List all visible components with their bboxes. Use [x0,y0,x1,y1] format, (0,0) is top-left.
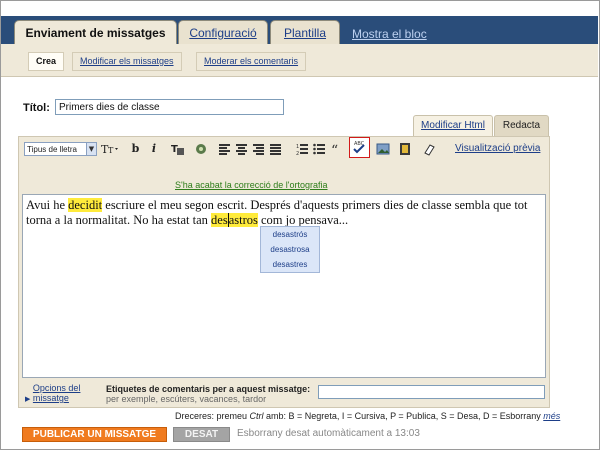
svg-text:“: “ [331,143,338,156]
remove-formatting-icon[interactable] [422,142,436,156]
chevron-down-icon[interactable]: ▼ [86,142,97,156]
save-button[interactable]: DESAT [173,427,230,442]
subtab-create[interactable]: Crea [28,52,65,71]
suggestion-item[interactable]: desastrosa [261,242,319,257]
tab-edit-html[interactable]: Modificar Html [413,115,493,136]
title-label: Títol: [23,102,50,114]
tab-compose[interactable]: Redacta [494,115,549,136]
misspelled-word[interactable]: decidit [68,198,103,212]
suggestion-item[interactable]: desastrós [261,227,319,242]
body-text: Avui he [26,198,69,212]
spellcheck-button[interactable]: ABC [349,137,370,158]
svg-text:1: 1 [296,144,299,150]
spelling-suggestions: desastrós desastrosa desastres [260,226,320,273]
misspelled-word[interactable]: desastros [211,213,258,227]
tab-settings[interactable]: Configuració [178,20,268,46]
svg-text:T: T [108,146,114,155]
spellcheck-icon: ABC [353,141,365,154]
preview-link[interactable]: Visualització prèvia [455,143,540,154]
numbered-list-icon[interactable]: 12 [296,142,308,156]
keyboard-shortcuts-hint: Dreceres: premeu Ctrl amb: B = Negreta, … [175,411,561,421]
post-options-link[interactable]: ▶ Opcions del missatge [25,383,99,405]
autosave-status: Esborrany desat automàticament a 13:03 [237,428,420,439]
text-color-icon[interactable]: T [171,142,185,156]
subtab-edit-posts[interactable]: Modificar els missatges [72,52,182,71]
body-text: com jo pensava... [257,213,349,227]
spellcheck-status[interactable]: S'ha acabat la correcció de l'ortografia [175,180,328,190]
labels-hint: per exemple, escúters, vacances, tardor [106,394,267,404]
post-body-editor[interactable]: Avui he decidit escriure el meu segon es… [22,194,546,378]
link-icon[interactable] [194,142,208,156]
subtab-moderate-comments[interactable]: Moderar els comentaris [196,52,307,71]
bold-button[interactable]: b [131,142,140,156]
align-left-icon[interactable] [219,142,231,156]
video-icon[interactable] [398,142,412,156]
svg-text:2: 2 [296,151,299,156]
more-shortcuts-link[interactable]: més [543,411,560,421]
align-justify-icon[interactable] [270,142,282,156]
italic-button[interactable]: i [150,142,158,156]
suggestion-item[interactable]: desastres [261,257,319,272]
quote-icon[interactable]: “ [331,142,343,156]
image-icon[interactable] [376,142,390,156]
labels-field[interactable] [318,385,545,399]
align-center-icon[interactable] [236,142,248,156]
publish-button[interactable]: PUBLICAR UN MISSATGE [22,427,167,442]
labels-title: Etiquetes de comentaris per a aquest mis… [106,384,311,394]
font-size-icon[interactable]: TT [101,142,121,156]
bullet-list-icon[interactable] [313,142,325,156]
svg-text:T: T [171,144,178,155]
align-right-icon[interactable] [253,142,265,156]
tab-posting[interactable]: Enviament de missatges [14,20,177,47]
triangle-right-icon: ▶ [25,396,31,403]
title-field[interactable]: Primers dies de classe [55,99,284,115]
tab-template[interactable]: Plantilla [270,20,340,46]
view-blog-link[interactable]: Mostra el bloc [352,27,427,41]
